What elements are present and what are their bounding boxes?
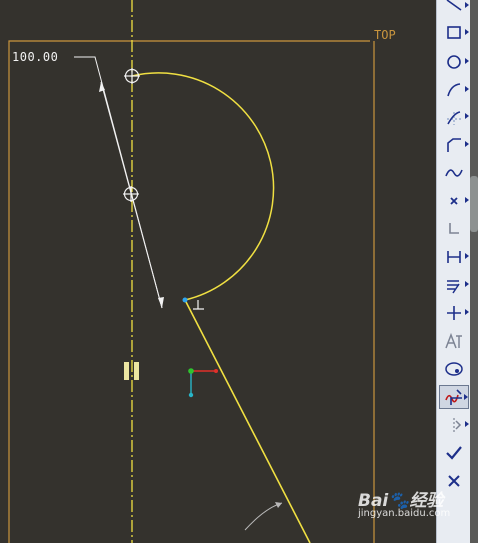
circle-tool-button[interactable]: [439, 50, 469, 74]
dimension-value[interactable]: 100.00: [12, 50, 58, 64]
palette-icon: [445, 362, 463, 376]
accept-button[interactable]: [439, 441, 469, 465]
side-scroll-track[interactable]: [470, 0, 478, 543]
crosshair-point-top[interactable]: [124, 68, 140, 84]
arc-icon: [447, 83, 461, 97]
trim-icon: [445, 389, 462, 405]
menu-caret-icon[interactable]: [465, 58, 469, 64]
baidu-jingyan-watermark: Bai🐾经验 jingyan.baidu.com: [358, 486, 450, 519]
tangent-constraint-symbol[interactable]: [193, 300, 204, 310]
sketch-drawing[interactable]: [0, 0, 436, 543]
menu-caret-icon[interactable]: [465, 309, 469, 315]
chamfer-icon: [447, 138, 461, 152]
trim-tool-button[interactable]: [439, 385, 469, 409]
menu-caret-icon[interactable]: [465, 281, 469, 287]
checkmark-icon: [446, 446, 462, 460]
menu-caret-icon[interactable]: [465, 253, 469, 259]
palette-tool-button[interactable]: [439, 357, 469, 381]
sketch-coordinate-system: [188, 368, 218, 398]
menu-caret-icon[interactable]: [465, 29, 469, 35]
coordinate-icon: [449, 223, 459, 234]
watermark-url: jingyan.baidu.com: [358, 508, 451, 519]
spline-icon: [445, 169, 463, 177]
coordinate-tool-button[interactable]: [439, 217, 469, 241]
text-tool-button[interactable]: [439, 329, 469, 353]
arc-tool-button[interactable]: [439, 78, 469, 102]
constraint-tool-button[interactable]: [439, 301, 469, 325]
sketch-canvas[interactable]: 100.00 TOP: [0, 0, 436, 543]
point-tool-button[interactable]: [439, 189, 469, 213]
dimension-arrow-bottom: [158, 297, 164, 308]
modify-tool-button[interactable]: [439, 273, 469, 297]
chamfer-tool-button[interactable]: [439, 133, 469, 157]
modify-icon: [447, 280, 460, 294]
menu-caret-icon[interactable]: [465, 421, 469, 427]
spline-tool-button[interactable]: [439, 161, 469, 185]
fillet-icon: [447, 111, 461, 125]
menu-caret-icon[interactable]: [465, 86, 469, 92]
line-tool-button[interactable]: [439, 0, 469, 18]
sketcher-toolbar: [436, 0, 471, 543]
cancel-button[interactable]: [439, 469, 469, 493]
view-orientation-label: TOP: [374, 28, 396, 42]
angle-dimension-arc[interactable]: [244, 502, 283, 531]
point-icon: [450, 197, 458, 205]
close-icon: [448, 475, 460, 487]
arc-endpoint[interactable]: [182, 297, 188, 303]
rectangle-tool-button[interactable]: [439, 21, 469, 45]
mirror-icon: [453, 418, 462, 433]
fillet-tool-button[interactable]: [439, 105, 469, 129]
dimension-icon: [447, 251, 461, 263]
menu-caret-icon[interactable]: [465, 2, 469, 8]
dimension-tool-button[interactable]: [439, 245, 469, 269]
sketch-arc[interactable]: [131, 72, 275, 301]
view-frame: [8, 40, 375, 543]
menu-caret-icon[interactable]: [464, 394, 468, 400]
menu-caret-icon[interactable]: [465, 141, 469, 147]
mirror-tool-button[interactable]: [439, 413, 469, 437]
side-scroll-thumb[interactable]: [470, 176, 478, 232]
rectangle-icon: [447, 26, 461, 39]
menu-caret-icon[interactable]: [465, 197, 469, 203]
line-icon: [446, 0, 462, 11]
menu-caret-icon[interactable]: [465, 113, 469, 119]
constraint-icon: [447, 306, 461, 320]
circle-icon: [447, 55, 461, 69]
dimension-leader[interactable]: [74, 56, 163, 309]
crosshair-point-center[interactable]: [123, 186, 139, 202]
text-icon: [445, 332, 462, 349]
sketch-line[interactable]: [184, 299, 311, 543]
